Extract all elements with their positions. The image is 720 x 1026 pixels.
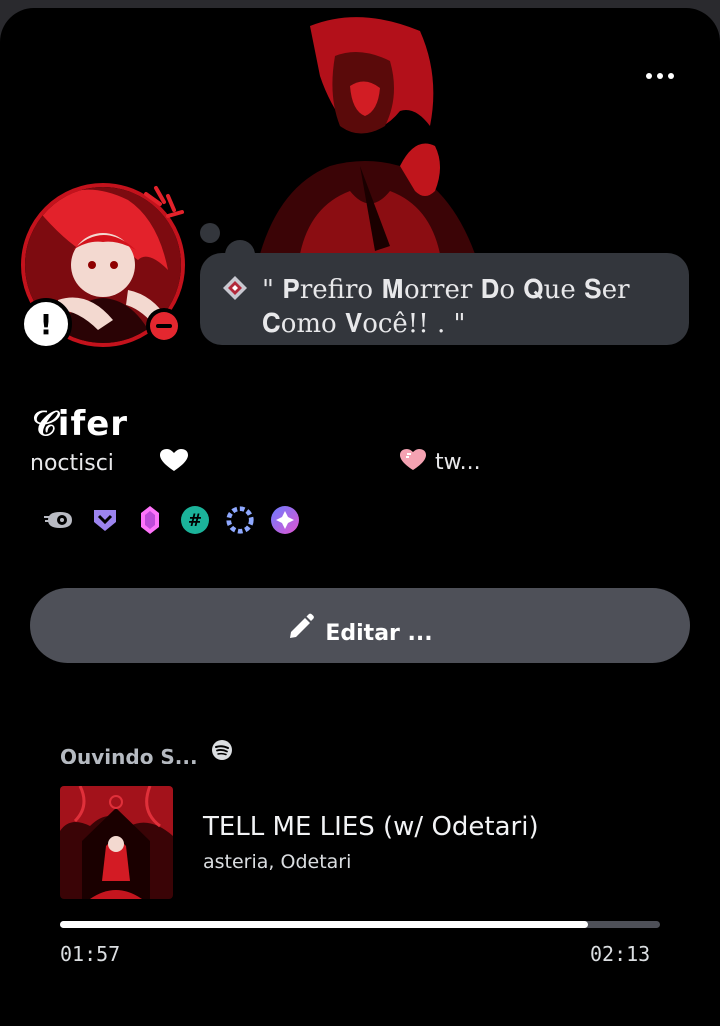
profile-banner — [240, 16, 490, 254]
sparkle-gem-icon — [223, 276, 247, 300]
laurel-icon[interactable] — [224, 504, 256, 536]
track-progress-fill — [60, 921, 588, 928]
thought-bubble-dot — [200, 223, 220, 243]
pronouns: tw... — [435, 450, 481, 472]
alert-icon: ! — [20, 298, 72, 350]
avatar[interactable]: ! — [18, 180, 188, 350]
hashtag-icon[interactable]: # — [179, 504, 211, 536]
dot-icon — [657, 73, 663, 79]
more-options-button[interactable] — [638, 60, 682, 92]
spotify-icon — [212, 740, 232, 760]
elapsed-time: 01:57 — [60, 942, 121, 966]
display-name: 𝒞ifer — [32, 404, 129, 437]
hypesquad-bravery-icon[interactable] — [89, 504, 121, 536]
dot-icon — [668, 73, 674, 79]
dnd-status-icon — [146, 308, 182, 344]
track-duration: 02:13 — [590, 942, 651, 966]
boost-gem-icon[interactable] — [134, 504, 166, 536]
track-artists[interactable]: asteria, Odetari — [203, 851, 351, 873]
edit-profile-button[interactable]: Editar ... — [30, 588, 690, 663]
username[interactable]: noctisci — [30, 448, 114, 472]
edit-profile-label: Editar ... — [325, 620, 433, 641]
username-row: noctisci tw... — [30, 448, 690, 472]
track-title[interactable]: TELL ME LIES (w/ Odetari) — [203, 812, 539, 842]
dot-icon — [646, 73, 652, 79]
activity-header: Ouvindo S... — [60, 745, 198, 764]
custom-status-text: " 𝐏refiro 𝐌orrer 𝐃o 𝐐ue 𝐒er 𝐂omo 𝐕ocê!! … — [262, 275, 630, 339]
pencil-icon — [290, 613, 315, 638]
badge-list: # — [44, 504, 301, 536]
svg-text:#: # — [188, 511, 202, 531]
nitro-badge-icon[interactable] — [44, 504, 76, 536]
orbs-icon[interactable] — [269, 504, 301, 536]
white-heart-icon — [160, 449, 188, 471]
pink-heart-icon — [400, 449, 426, 470]
album-cover[interactable] — [60, 786, 173, 899]
custom-status-bubble[interactable]: " 𝐏refiro 𝐌orrer 𝐃o 𝐐ue 𝐒er 𝐂omo 𝐕ocê!! … — [200, 253, 689, 345]
track-progress-bar — [60, 921, 660, 928]
profile-sheet: ! " 𝐏refiro 𝐌orrer 𝐃o 𝐐ue 𝐒er 𝐂omo 𝐕ocê!… — [0, 8, 720, 1026]
